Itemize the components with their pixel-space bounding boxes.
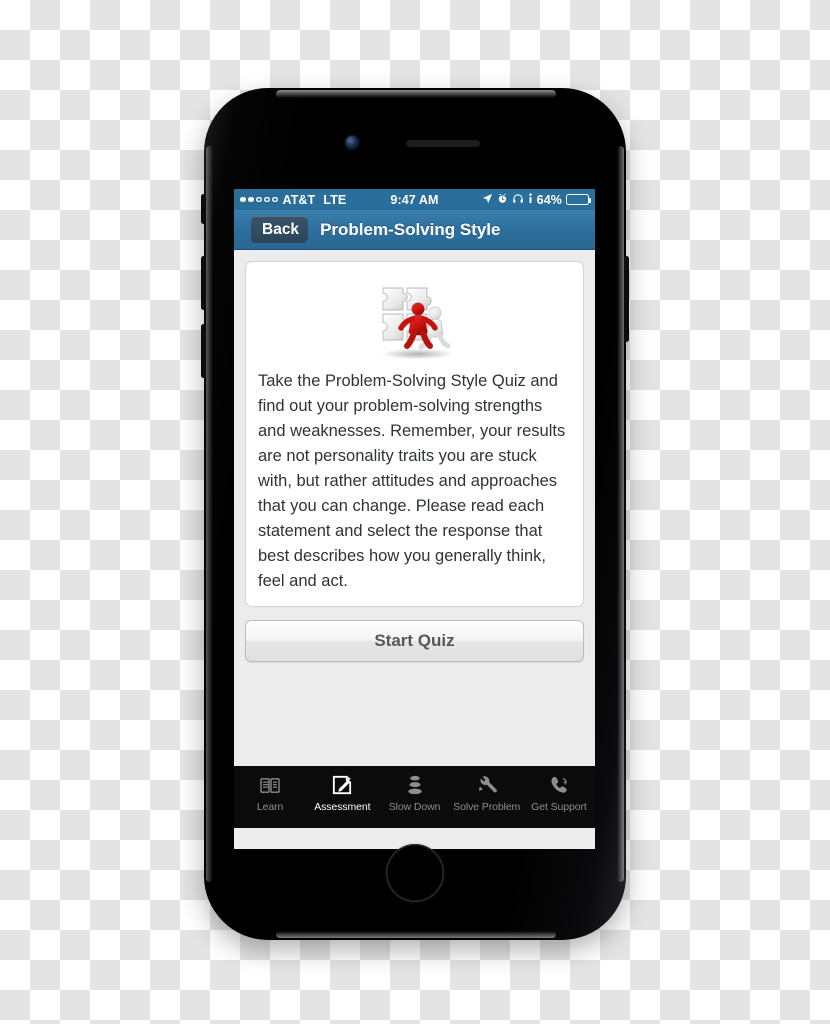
signal-strength-icon bbox=[240, 196, 278, 203]
alarm-clock-icon bbox=[497, 193, 508, 207]
quiz-description-text: Take the Problem-Solving Style Quiz and … bbox=[258, 372, 566, 590]
book-icon bbox=[260, 774, 280, 796]
info-icon bbox=[528, 192, 533, 207]
tab-solve-problem-label: Solve Problem bbox=[453, 801, 521, 813]
power-button[interactable] bbox=[624, 256, 629, 342]
location-arrow-icon bbox=[482, 193, 493, 207]
volume-up-button[interactable] bbox=[201, 256, 206, 310]
front-camera-icon bbox=[345, 136, 359, 149]
back-button[interactable]: Back bbox=[251, 216, 309, 243]
frame-highlight-left bbox=[206, 146, 213, 882]
tab-get-support-label: Get Support bbox=[531, 801, 587, 813]
carrier-name: AT&T bbox=[282, 192, 316, 207]
home-button[interactable] bbox=[386, 844, 444, 902]
earpiece-speaker bbox=[406, 140, 480, 147]
stack-icon bbox=[407, 774, 423, 796]
start-quiz-label: Start Quiz bbox=[374, 631, 455, 650]
compose-icon bbox=[332, 774, 352, 796]
frame-highlight-right bbox=[617, 146, 624, 882]
wrench-icon bbox=[477, 774, 497, 796]
iphone-device-frame: AT&T LTE 9:47 AM 64% Back Problem-Solvin… bbox=[201, 88, 629, 940]
content-area: Take the Problem-Solving Style Quiz and … bbox=[234, 250, 595, 766]
phone-icon bbox=[549, 774, 569, 796]
tab-get-support[interactable]: Get Support bbox=[523, 774, 595, 813]
silent-switch[interactable] bbox=[201, 194, 206, 224]
tab-solve-problem[interactable]: Solve Problem bbox=[451, 774, 523, 813]
tab-bar: Learn Assessment Slow Down Solve Problem… bbox=[234, 766, 595, 828]
network-type-label: LTE bbox=[323, 192, 347, 207]
tab-learn[interactable]: Learn bbox=[234, 774, 306, 813]
tab-slow-down-label: Slow Down bbox=[388, 801, 441, 813]
frame-highlight-top bbox=[276, 90, 556, 98]
page-title: Problem-Solving Style bbox=[320, 219, 501, 239]
info-card: Take the Problem-Solving Style Quiz and … bbox=[245, 261, 584, 607]
battery-percent-label: 64% bbox=[536, 192, 562, 207]
back-button-label: Back bbox=[262, 220, 300, 238]
status-bar: AT&T LTE 9:47 AM 64% bbox=[234, 189, 595, 210]
volume-down-button[interactable] bbox=[201, 324, 206, 378]
tab-learn-label: Learn bbox=[256, 801, 284, 813]
status-bar-right-group: 64% bbox=[482, 192, 592, 207]
navigation-bar: Back Problem-Solving Style bbox=[234, 210, 595, 250]
headphones-icon bbox=[512, 193, 524, 207]
battery-icon bbox=[566, 194, 592, 205]
tab-assessment[interactable]: Assessment bbox=[306, 774, 378, 813]
tab-slow-down[interactable]: Slow Down bbox=[378, 774, 450, 813]
phone-screen: AT&T LTE 9:47 AM 64% Back Problem-Solvin… bbox=[234, 189, 595, 849]
frame-highlight-bottom bbox=[276, 931, 556, 938]
tab-assessment-label: Assessment bbox=[314, 801, 371, 813]
puzzle-pieces-illustration bbox=[367, 276, 463, 360]
start-quiz-button[interactable]: Start Quiz bbox=[245, 620, 584, 662]
